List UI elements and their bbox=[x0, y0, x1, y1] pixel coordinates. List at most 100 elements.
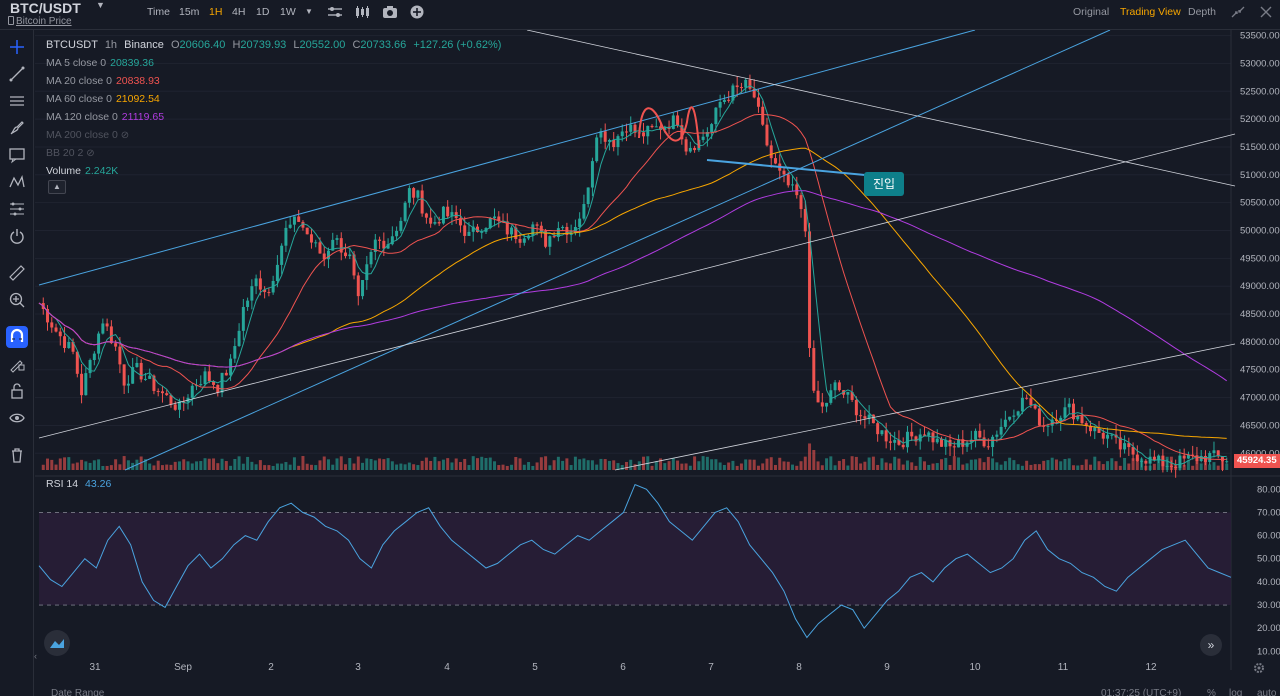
volume-bar bbox=[122, 456, 126, 470]
volume-bar bbox=[182, 459, 186, 470]
volume-bar bbox=[778, 457, 782, 470]
volume-bar bbox=[92, 460, 96, 470]
scroll-to-latest-button[interactable]: » bbox=[1200, 634, 1222, 656]
brush-icon[interactable] bbox=[6, 117, 28, 139]
chevron-down-icon[interactable]: ▼ bbox=[96, 0, 105, 10]
volume-bar bbox=[884, 462, 888, 470]
timeframe-1h[interactable]: 1H bbox=[209, 6, 222, 18]
candle-body bbox=[531, 224, 535, 236]
camera-icon[interactable] bbox=[382, 5, 398, 19]
volume-bar bbox=[484, 458, 488, 470]
view-original[interactable]: Original bbox=[1073, 6, 1109, 18]
pattern-icon[interactable] bbox=[6, 171, 28, 193]
power-icon[interactable] bbox=[6, 225, 28, 247]
volume-bar bbox=[173, 461, 177, 470]
volume-bar bbox=[957, 457, 961, 470]
volume-bar bbox=[1071, 465, 1075, 470]
ma120-row[interactable]: MA 120 close 0 21119.65 bbox=[46, 108, 501, 126]
volume-bar bbox=[752, 459, 756, 470]
timeframe-time[interactable]: Time bbox=[147, 6, 170, 18]
chevron-left-icon[interactable]: ‹ bbox=[34, 651, 37, 661]
subtitle-link[interactable]: Bitcoin Price bbox=[16, 16, 72, 27]
candle-body bbox=[616, 136, 620, 148]
candle-body bbox=[1020, 397, 1024, 412]
price-tick-label: 52500.00 bbox=[1240, 86, 1280, 97]
percent-toggle[interactable]: % bbox=[1207, 688, 1216, 696]
candle-body bbox=[54, 327, 58, 332]
timeframe-dropdown-icon[interactable]: ▼ bbox=[305, 7, 321, 21]
lock-drawing-icon[interactable] bbox=[6, 353, 28, 375]
volume-bar bbox=[467, 465, 471, 470]
volume-bar bbox=[50, 459, 54, 470]
candle-body bbox=[1178, 455, 1182, 468]
trend-line-icon[interactable] bbox=[6, 63, 28, 85]
candle-body bbox=[382, 240, 386, 249]
volume-bar bbox=[1054, 459, 1058, 470]
lock-icon[interactable] bbox=[6, 380, 28, 402]
volume-bar bbox=[373, 460, 377, 470]
candle-body bbox=[420, 190, 424, 214]
tradingview-logo-icon[interactable] bbox=[44, 630, 70, 656]
volume-bar bbox=[1101, 464, 1105, 470]
volume-row[interactable]: Volume 2.242K bbox=[46, 162, 501, 180]
zoom-in-icon[interactable] bbox=[6, 289, 28, 311]
indicators-icon[interactable] bbox=[327, 5, 343, 19]
crosshair-icon[interactable] bbox=[6, 36, 28, 58]
timeframe-1w[interactable]: 1W bbox=[280, 6, 296, 18]
ruler-icon[interactable] bbox=[6, 262, 28, 284]
volume-bar bbox=[267, 465, 271, 470]
volume-bar bbox=[441, 459, 445, 470]
candle-body bbox=[437, 222, 441, 224]
ma200-row[interactable]: MA 200 close 0 ⊘ bbox=[46, 126, 501, 144]
candle-body bbox=[318, 242, 322, 254]
candle-body bbox=[173, 404, 177, 410]
volume-bar bbox=[548, 465, 552, 470]
collapse-legend-button[interactable]: ▲ bbox=[48, 180, 66, 194]
volume-bar bbox=[642, 456, 646, 470]
log-toggle[interactable]: log bbox=[1229, 688, 1242, 696]
volume-bar bbox=[944, 457, 948, 470]
horizontal-lines-icon[interactable] bbox=[6, 90, 28, 112]
timeframe-4h[interactable]: 4H bbox=[232, 6, 245, 18]
eye-off-icon: ⊘ bbox=[86, 148, 95, 159]
ma20-value: 20838.93 bbox=[115, 75, 160, 87]
candle-body bbox=[629, 124, 633, 132]
candle-body bbox=[518, 239, 522, 243]
bb-row[interactable]: BB 20 2 ⊘ bbox=[46, 144, 501, 162]
date-range-button[interactable]: Date Range bbox=[51, 688, 104, 696]
price-tick-label: 50000.00 bbox=[1240, 226, 1280, 237]
volume-bar bbox=[722, 464, 726, 470]
volume-bar bbox=[1191, 465, 1195, 470]
candle-body bbox=[361, 280, 365, 297]
ma20-row[interactable]: MA 20 close 0 20838.93 bbox=[46, 72, 501, 90]
magnet-icon[interactable] bbox=[6, 326, 28, 348]
text-note-icon[interactable] bbox=[6, 144, 28, 166]
candle-body bbox=[642, 132, 646, 137]
measure-tool-icon[interactable] bbox=[6, 198, 28, 220]
ma5-row[interactable]: MA 5 close 0 20839.36 bbox=[46, 54, 501, 72]
candle-body bbox=[114, 343, 118, 347]
legend-change: +127.26 (+0.62%) bbox=[413, 39, 502, 51]
view-trading-view[interactable]: Trading View bbox=[1120, 6, 1181, 18]
volume-bar bbox=[365, 458, 369, 470]
add-icon[interactable] bbox=[409, 5, 425, 19]
trash-icon[interactable] bbox=[6, 444, 28, 466]
view-depth[interactable]: Depth bbox=[1188, 6, 1216, 18]
ma200-label: MA 200 close 0 bbox=[46, 129, 118, 141]
candle-style-icon[interactable] bbox=[354, 5, 370, 19]
volume-bar bbox=[803, 456, 807, 470]
timeframe-15m[interactable]: 15m bbox=[179, 6, 199, 18]
volume-bar bbox=[403, 464, 407, 470]
volume-bar bbox=[207, 458, 211, 470]
gear-icon[interactable] bbox=[1252, 661, 1266, 675]
fullscreen-icon[interactable] bbox=[1230, 5, 1246, 19]
close-icon[interactable] bbox=[1258, 5, 1274, 19]
entry-annotation[interactable]: 진입 bbox=[864, 172, 904, 196]
timeframe-1d[interactable]: 1D bbox=[256, 6, 269, 18]
volume-bar bbox=[356, 456, 360, 470]
auto-toggle[interactable]: auto bbox=[1257, 688, 1276, 696]
ma60-row[interactable]: MA 60 close 0 21092.54 bbox=[46, 90, 501, 108]
symbol-title[interactable]: BTC/USDT bbox=[10, 0, 81, 16]
candle-body bbox=[365, 264, 369, 281]
eye-icon[interactable] bbox=[6, 407, 28, 429]
